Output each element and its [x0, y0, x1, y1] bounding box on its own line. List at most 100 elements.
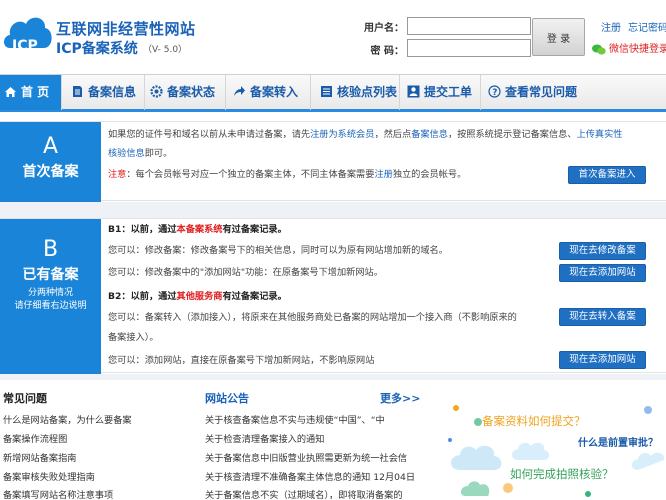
- b2-option-add: 您可以：添加网站，直接在原备案号下增加新网站，不影响原网站: [108, 355, 375, 366]
- site-title: 互联网非经营性网站: [56, 20, 196, 38]
- faq-item[interactable]: 备案填写网站名称注意事项: [3, 487, 113, 500]
- arrow-icon: [234, 86, 245, 96]
- first-record-desc-2: 核验信息即可。: [108, 144, 172, 163]
- record-info-link[interactable]: 备案信息: [411, 129, 448, 140]
- b2-option-transfer: 您可以：备案转入（添加接入），将原来在其他服务商处已备案的网站增加一个接入商（不…: [108, 312, 517, 323]
- user-icon: [407, 85, 420, 98]
- note-text: 独立的会员帐号。: [392, 169, 467, 180]
- other-provider-text: 其他服务商: [176, 291, 223, 302]
- desc-text: ，按照系统提示登记备案信息、: [447, 129, 577, 140]
- more-link[interactable]: 更多>>: [380, 390, 420, 406]
- system-title: ICP备案系统: [56, 41, 138, 57]
- first-record-note: 注意：每个会员帐号对应一个独立的备案主体，不同主体备案需要注册独立的会员帐号。: [108, 165, 466, 184]
- promo-banner[interactable]: 备案资料如何提交？ 什么是前置审批？ 如何完成拍照核验？: [438, 400, 666, 500]
- add-website-button-2[interactable]: 现在去添加网站: [559, 351, 646, 369]
- nav-label: 查看常见问题: [505, 85, 578, 99]
- modify-record-button[interactable]: 现在去修改备案: [559, 242, 646, 260]
- nav-record-transfer[interactable]: 备案转入: [227, 75, 311, 110]
- gear-icon: [150, 85, 163, 98]
- username-label: 用户名：: [364, 23, 404, 34]
- b1-option-add: 您可以：修改备案中的"添加网站"功能：在原备案号下增加新网站。: [108, 267, 383, 278]
- b1-label: 有过备案记录。: [222, 224, 287, 235]
- header: ICP 互联网非经营性网站 ICP备案系统 （V- 5.0） 用户名： 密 码：…: [0, 0, 666, 74]
- nav-faq[interactable]: ? 查看常见问题: [482, 75, 588, 110]
- verify-info-link[interactable]: 核验信息: [108, 148, 145, 159]
- password-label: 密 码：: [370, 46, 404, 57]
- b2-heading: B2：以前，通过其他服务商有过备案记录。: [108, 287, 287, 306]
- badge-sub-line: 分两种情况: [27, 288, 73, 298]
- faq-item[interactable]: 新增网站备案指南: [3, 450, 77, 464]
- nav-home[interactable]: 首 页: [0, 75, 62, 110]
- nav-record-status[interactable]: 备案状态: [146, 75, 226, 110]
- nav-label: 备案转入: [250, 85, 299, 99]
- wechat-login-label: 微信快捷登录: [609, 44, 666, 55]
- nav-label: 备案状态: [167, 85, 216, 99]
- desc-text: 如果您的证件号和域名以前从未申请过备案，请先: [108, 129, 311, 140]
- section-divider: [0, 202, 666, 218]
- nav-label: 备案信息: [88, 85, 137, 99]
- question-icon: ?: [488, 85, 501, 98]
- nav-label: 提交工单: [424, 85, 473, 99]
- announcement-item[interactable]: 关于检查清理备案接入的通知: [205, 431, 324, 445]
- main-nav: 首 页 备案信息 备案状态 备案转入 核验点列表 提交工单 ? 查看常见问题: [0, 74, 666, 112]
- promo-question-3[interactable]: 如何完成拍照核验？: [510, 466, 614, 482]
- list-icon: [321, 86, 332, 97]
- this-system-text: 本备案系统: [176, 224, 223, 235]
- forgot-password-link[interactable]: 忘记密码: [628, 19, 666, 34]
- b2-label: B2：以前，通过: [108, 291, 177, 302]
- faq-item[interactable]: 备案审核失败处理指南: [3, 469, 95, 483]
- register-link[interactable]: 注册: [601, 19, 621, 34]
- username-input[interactable]: [407, 17, 531, 35]
- register-link-inline[interactable]: 注册: [374, 169, 392, 180]
- first-record-section: A 首次备案 如果您的证件号和域名以前从未申请过备案，请先注册为系统会员，然后点…: [0, 121, 666, 202]
- register-member-link[interactable]: 注册为系统会员: [310, 129, 374, 140]
- logo-cloud-icon: [4, 17, 52, 48]
- badge-letter: B: [42, 237, 59, 262]
- svg-text:?: ?: [492, 88, 497, 98]
- announcements-title: 网站公告: [205, 392, 249, 405]
- b2-option-transfer-cont: 备案接入）。: [108, 332, 159, 343]
- note-label: 注意: [108, 169, 127, 180]
- announcement-item[interactable]: 关于核查备案信息不实与违规使“中国”、“中: [205, 412, 385, 426]
- nav-submit-ticket[interactable]: 提交工单: [401, 75, 481, 110]
- first-record-desc: 如果您的证件号和域名以前从未申请过备案，请先注册为系统会员，然后点备案信息，按照…: [108, 125, 623, 144]
- announcement-item[interactable]: 关于备案信息中旧版营业执照需更新为统一社会信: [205, 450, 407, 464]
- transfer-record-button[interactable]: 现在去转入备案: [559, 308, 646, 326]
- existing-record-section: B 已有备案 分两种情况 请仔细看右边说明 B1：以前，通过本备案系统有过备案记…: [0, 218, 666, 374]
- note-text: ：每个会员帐号对应一个独立的备案主体，不同主体备案需要: [126, 169, 375, 180]
- existing-record-badge: B 已有备案 分两种情况 请仔细看右边说明: [0, 219, 101, 374]
- faq-item[interactable]: 备案操作流程图: [3, 431, 67, 445]
- first-record-enter-button[interactable]: 首次备案进入: [568, 166, 646, 184]
- b1-option-modify: 您可以：修改备案：修改备案号下的相关信息，同时可以为原有网站增加新的域名。: [108, 245, 448, 256]
- add-website-button[interactable]: 现在去添加网站: [559, 264, 646, 282]
- badge-subtitle: 分两种情况 请仔细看右边说明: [0, 287, 101, 313]
- badge-letter: A: [42, 134, 59, 159]
- announcement-item[interactable]: 关于核查清理不准确备案主体信息的通知 12月04日: [205, 469, 415, 483]
- promo-question-1[interactable]: 备案资料如何提交？: [482, 413, 586, 429]
- nav-label: 核验点列表: [337, 85, 398, 99]
- home-icon: [5, 87, 16, 97]
- nav-checkpoint-list[interactable]: 核验点列表: [312, 75, 400, 110]
- first-record-badge: A 首次备案: [0, 122, 101, 202]
- version-label: （V- 5.0）: [143, 45, 188, 55]
- faq-title: 常见问题: [3, 392, 47, 405]
- promo-question-2[interactable]: 什么是前置审批？: [578, 434, 658, 449]
- document-icon: [73, 86, 82, 97]
- faq-item[interactable]: 什么是网站备案，为什么要备案: [3, 412, 132, 426]
- badge-sub-line: 请仔细看右边说明: [14, 301, 87, 311]
- upload-verify-link[interactable]: 上传真实性: [577, 129, 623, 140]
- b1-label: B1：以前，通过: [108, 224, 177, 235]
- badge-title: 已有备案: [22, 267, 79, 283]
- desc-text: 即可。: [144, 148, 173, 159]
- wechat-login-link[interactable]: 微信快捷登录: [592, 40, 666, 55]
- wechat-icon: [592, 44, 606, 54]
- logo-text: ICP: [12, 38, 38, 54]
- nav-record-info[interactable]: 备案信息: [63, 75, 145, 110]
- password-input[interactable]: [407, 39, 531, 57]
- badge-title: 首次备案: [22, 164, 79, 180]
- b1-heading: B1：以前，通过本备案系统有过备案记录。: [108, 220, 287, 239]
- b2-label: 有过备案记录。: [222, 291, 287, 302]
- desc-text: ，然后点: [374, 129, 412, 140]
- announcement-item[interactable]: 关于备案信息不实（过期域名），即将取消备案的: [205, 487, 403, 500]
- login-button[interactable]: 登 录: [532, 18, 585, 56]
